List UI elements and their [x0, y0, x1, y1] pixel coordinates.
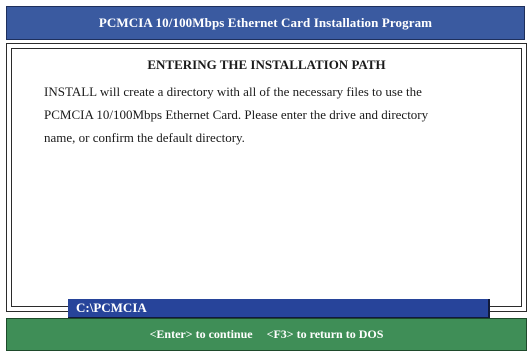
window-title: PCMCIA 10/100Mbps Ethernet Card Installa… [98, 15, 433, 30]
installer-screen: PCMCIA 10/100Mbps Ethernet Card Installa… [0, 0, 531, 355]
return-to-dos-hint[interactable]: <F3> to return to DOS [267, 327, 384, 342]
dialog-inner-border: ENTERING THE INSTALLATION PATH INSTALL w… [11, 48, 522, 319]
instructions-line: name, or confirm the default directory. [44, 130, 245, 145]
install-path-input[interactable] [76, 300, 476, 316]
instructions-text: INSTALL will create a directory with all… [44, 80, 504, 149]
install-path-dialog: ENTERING THE INSTALLATION PATH INSTALL w… [6, 43, 527, 319]
title-bar: PCMCIA 10/100Mbps Ethernet Card Installa… [6, 6, 525, 40]
section-heading: ENTERING THE INSTALLATION PATH [147, 57, 386, 72]
instructions-line: PCMCIA 10/100Mbps Ethernet Card. Please … [44, 107, 429, 122]
status-bar: <Enter> to continue <F3> to return to DO… [6, 318, 527, 351]
install-path-field[interactable] [68, 299, 490, 319]
continue-hint[interactable]: <Enter> to continue [150, 327, 253, 342]
instructions-line: INSTALL will create a directory with all… [44, 84, 422, 99]
